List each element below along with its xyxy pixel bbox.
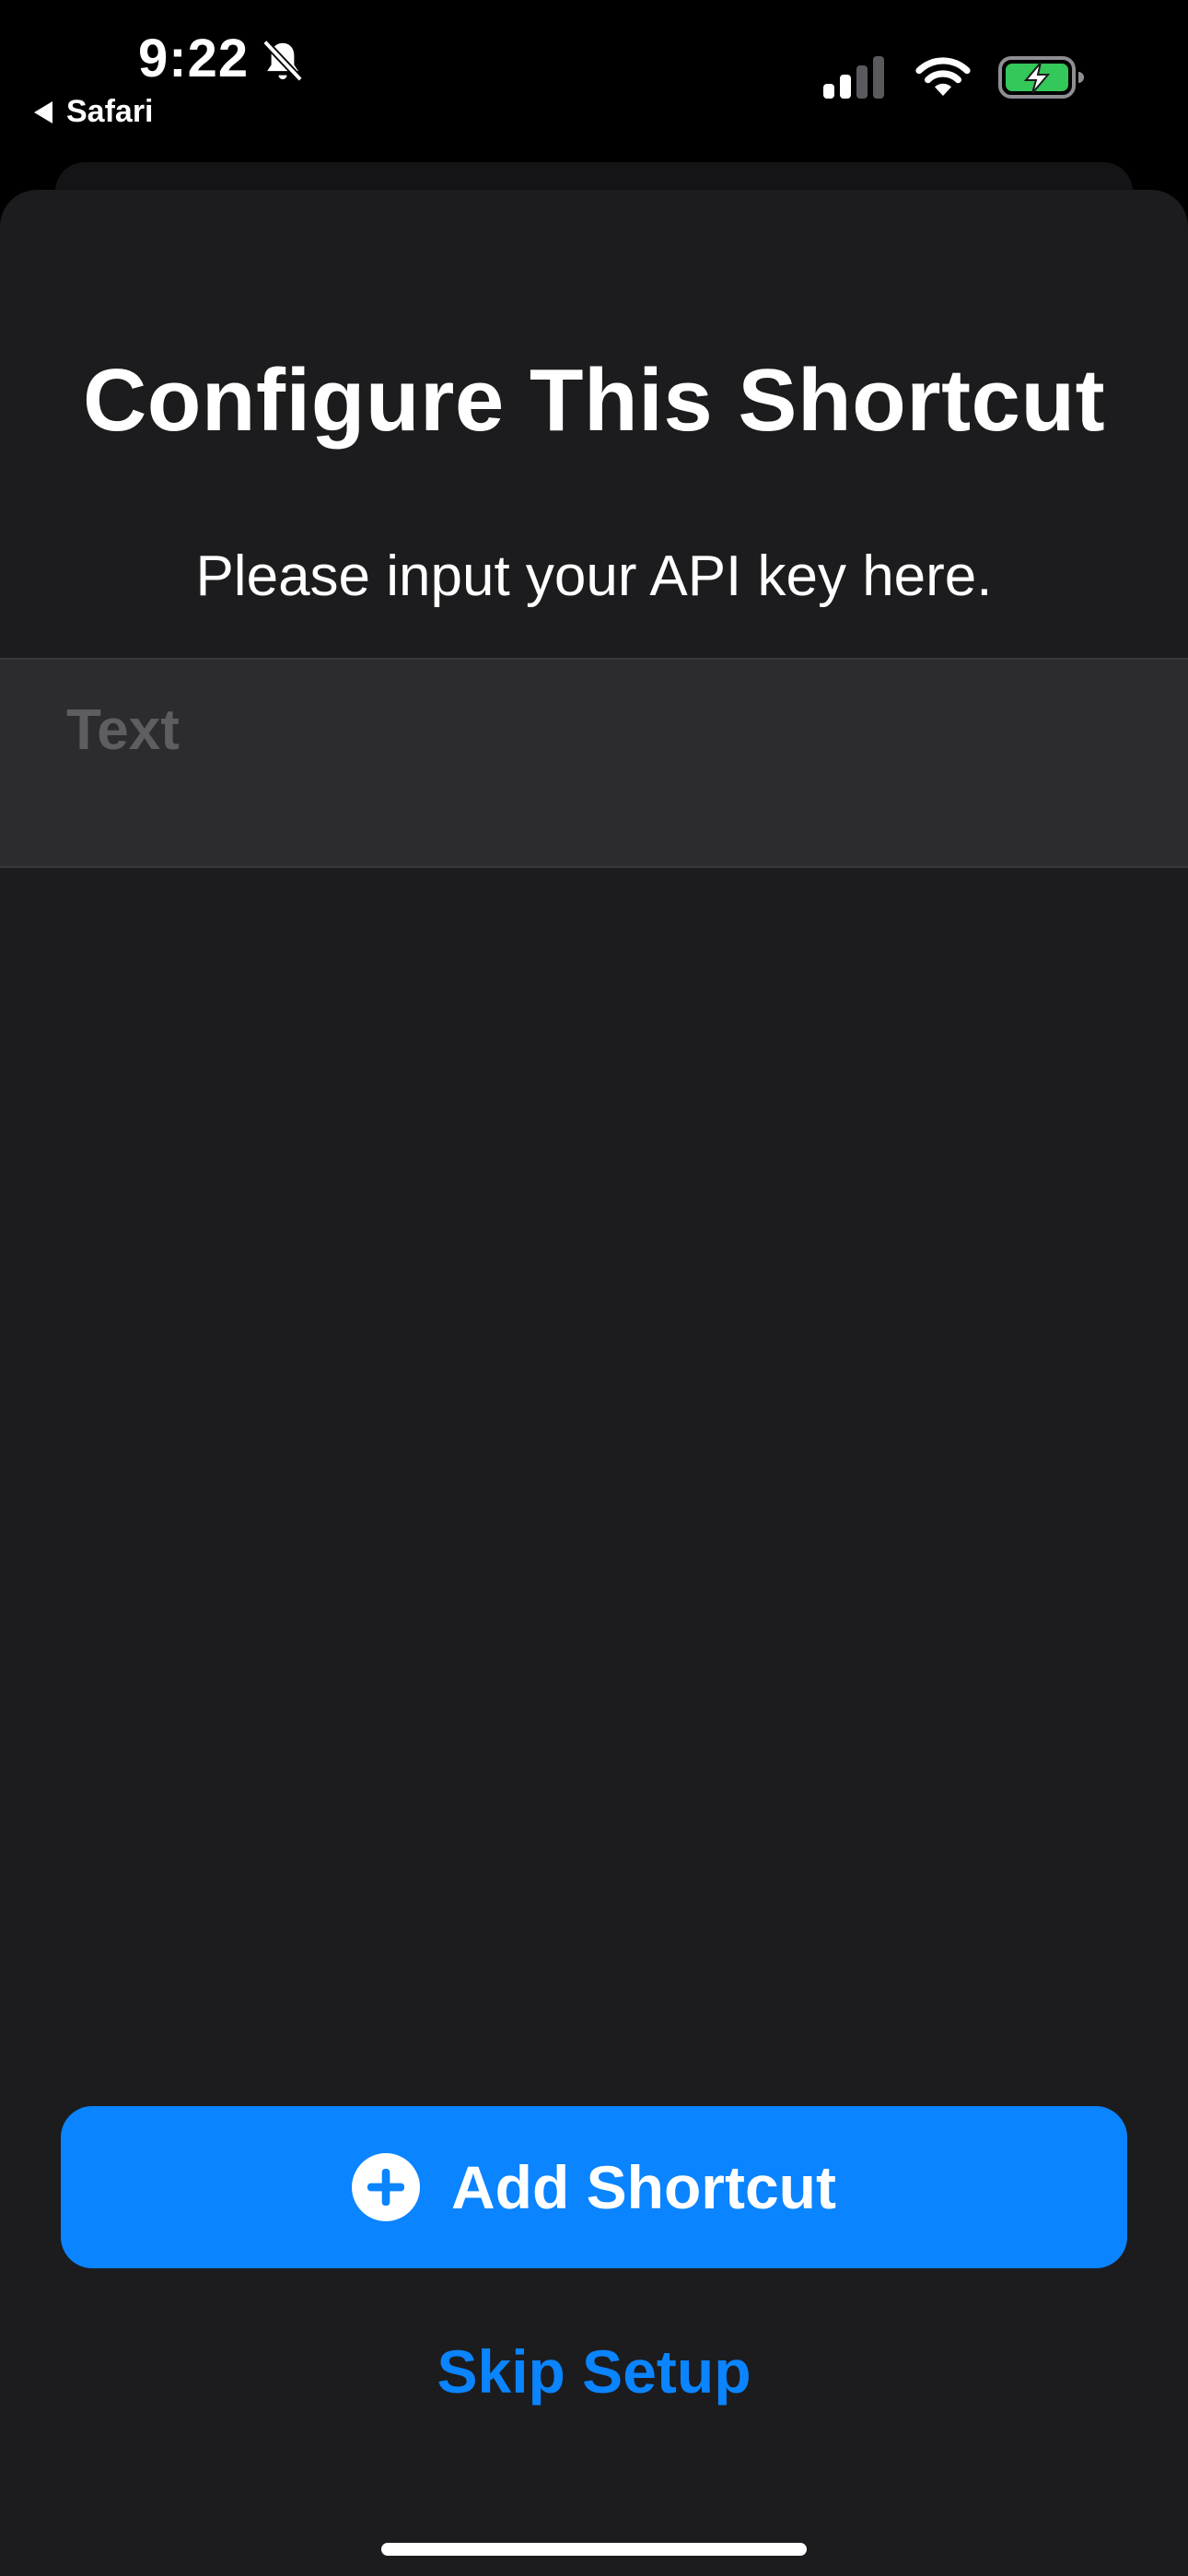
status-bar: 9:22 Safari xyxy=(0,0,1188,157)
home-indicator[interactable] xyxy=(381,2543,807,2556)
plus-circle-icon xyxy=(352,2153,421,2221)
sheet-subtitle: Please input your API key here. xyxy=(195,544,993,608)
api-key-field-container xyxy=(0,658,1188,868)
back-triangle-icon xyxy=(34,100,52,123)
battery-charging-icon xyxy=(998,56,1084,99)
cellular-signal-icon xyxy=(823,56,884,99)
status-indicators xyxy=(823,55,1087,100)
add-shortcut-label: Add Shortcut xyxy=(451,2153,836,2221)
skip-setup-button[interactable]: Skip Setup xyxy=(0,2336,1188,2406)
back-to-app-button[interactable]: Safari xyxy=(33,94,154,130)
back-app-label: Safari xyxy=(66,94,154,129)
api-key-input[interactable] xyxy=(66,693,1125,767)
bell-slash-icon xyxy=(262,39,303,82)
add-shortcut-button[interactable]: Add Shortcut xyxy=(61,2106,1127,2268)
wifi-icon xyxy=(915,57,971,96)
status-time: 9:22 xyxy=(138,29,250,88)
screen: 9:22 Safari Configure This Shortcut Plea… xyxy=(0,0,1188,2576)
sheet-title: Configure This Shortcut xyxy=(82,351,1106,450)
